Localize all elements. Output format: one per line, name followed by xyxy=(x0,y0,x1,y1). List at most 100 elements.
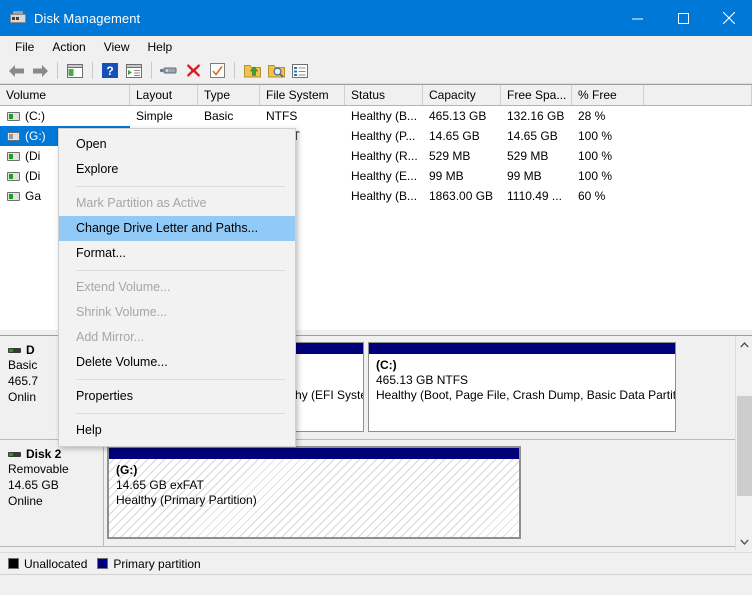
cell-status: Healthy (B... xyxy=(351,109,418,123)
show-hide-action-pane-icon[interactable] xyxy=(123,60,145,82)
partition-text: (C:) 465.13 GB NTFS Healthy (Boot, Page Fi… xyxy=(369,354,675,403)
ctx-format[interactable]: Format... xyxy=(59,241,295,266)
column-header-file-system[interactable]: File System xyxy=(260,85,345,105)
ctx-properties[interactable]: Properties xyxy=(59,384,295,409)
search-folder-icon[interactable] xyxy=(265,60,287,82)
cell-file_system: NTFS xyxy=(266,109,298,123)
volume-drive-icon xyxy=(7,131,20,141)
partition-type-bar xyxy=(369,343,675,354)
toolbar-separator xyxy=(151,62,152,79)
volume-list-header: Volume Layout Type File System Status Capacit… xyxy=(0,85,752,106)
disk-icon xyxy=(8,347,21,353)
disk-panel: Disk 2 Removable 14.65 GB Online (G:) 14.65 G… xyxy=(0,440,752,547)
toolbar-separator xyxy=(57,62,58,79)
partition-label: (G:) xyxy=(116,463,138,477)
minimize-button[interactable] xyxy=(614,0,660,36)
legend-swatch xyxy=(8,558,19,569)
disk-partition-strip: (G:) 14.65 GB exFAT Healthy (Primary Parti… xyxy=(104,440,752,546)
ctx-explore[interactable]: Explore xyxy=(59,157,295,182)
ctx-delete-volume[interactable]: Delete Volume... xyxy=(59,350,295,375)
ctx-help[interactable]: Help xyxy=(59,418,295,443)
ctx-mark-partition-active: Mark Partition as Active xyxy=(76,196,207,210)
partition-block[interactable]: (G:) 14.65 GB exFAT Healthy (Primary Parti… xyxy=(107,446,521,539)
graphical-view-scrollbar[interactable] xyxy=(735,336,752,550)
scroll-down-icon[interactable] xyxy=(736,533,752,550)
delete-icon[interactable] xyxy=(182,60,204,82)
partition-health: Healthy (Boot, Page File, Crash Dump, Ba… xyxy=(376,388,675,402)
menu-action[interactable]: Action xyxy=(43,37,94,57)
cell-free_space: 132.16 GB xyxy=(507,109,565,123)
ctx-extend-volume: Extend Volume... xyxy=(76,280,171,294)
window-title: Disk Management xyxy=(34,10,141,26)
cell-volume-label: (G:) xyxy=(25,129,46,143)
disk-icon xyxy=(8,451,21,457)
cell-volume-label: (C:) xyxy=(25,109,45,123)
partition-block[interactable]: (C:) 465.13 GB NTFS Healthy (Boot, Page Fi… xyxy=(368,342,676,432)
disk-info[interactable]: Disk 2 Removable 14.65 GB Online xyxy=(0,440,104,546)
scroll-up-icon[interactable] xyxy=(736,336,752,353)
menu-view[interactable]: View xyxy=(95,37,139,57)
cell-status: Healthy (R... xyxy=(351,149,418,163)
legend-bar: Unallocated Primary partition xyxy=(0,552,752,574)
export-list-icon[interactable] xyxy=(241,60,263,82)
volume-drive-icon xyxy=(7,111,20,121)
column-header-status[interactable]: Status xyxy=(345,85,423,105)
legend-unallocated: Unallocated xyxy=(8,557,87,571)
partition-type-bar xyxy=(109,448,519,459)
ctx-add-mirror: Add Mirror... xyxy=(76,330,145,344)
cell-free_space: 14.65 GB xyxy=(507,129,558,143)
rescan-disks-icon[interactable] xyxy=(158,60,180,82)
column-header-free-spa[interactable]: Free Spa... xyxy=(501,85,572,105)
cell-capacity: 1863.00 GB xyxy=(429,189,494,203)
cell-percent_free: 28 % xyxy=(578,109,606,123)
toolbar-separator xyxy=(234,62,235,79)
column-header-blank[interactable] xyxy=(644,85,752,105)
cell-free_space: 99 MB xyxy=(507,169,542,183)
ctx-separator-1 xyxy=(76,186,285,187)
menu-help[interactable]: Help xyxy=(139,37,182,57)
column-header-capacity[interactable]: Capacity xyxy=(423,85,501,105)
cell-free_space: 1110.49 ... xyxy=(507,189,562,203)
cell-percent_free: 100 % xyxy=(578,129,613,143)
ctx-separator-2 xyxy=(76,270,285,271)
ctx-change-drive-letter[interactable]: Change Drive Letter and Paths... xyxy=(59,216,295,241)
back-icon[interactable] xyxy=(5,60,27,82)
properties-check-icon[interactable] xyxy=(206,60,228,82)
column-header-volume[interactable]: Volume xyxy=(0,85,130,105)
cell-layout: Simple xyxy=(136,109,173,123)
status-bar xyxy=(0,574,752,595)
legend-primary-partition: Primary partition xyxy=(97,556,201,571)
cell-volume-label: (Di xyxy=(25,149,41,163)
disk-status: Online xyxy=(8,494,43,508)
disk-management-window: Disk Management File Action View Help ? … xyxy=(0,0,752,595)
disk-name: Disk 2 xyxy=(26,447,62,461)
ctx-open[interactable]: Open xyxy=(59,132,295,157)
partition-text: (G:) 14.65 GB exFAT Healthy (Primary Parti… xyxy=(109,459,519,508)
title-bar: Disk Management xyxy=(0,0,752,36)
close-button[interactable] xyxy=(706,0,752,36)
cell-percent_free: 100 % xyxy=(578,149,613,163)
disk-name: D xyxy=(26,343,35,357)
cell-status: Healthy (P... xyxy=(351,129,416,143)
maximize-button[interactable] xyxy=(660,0,706,36)
column-header-free[interactable]: % Free xyxy=(572,85,644,105)
volume-row[interactable]: (C:) Simple Basic NTFS Healthy (B... 465.13 G… xyxy=(0,106,752,126)
scrollbar-thumb[interactable] xyxy=(737,396,752,496)
partition-health: Healthy (Primary Partition) xyxy=(116,493,257,507)
menu-bar: File Action View Help xyxy=(0,36,752,58)
column-header-layout[interactable]: Layout xyxy=(130,85,198,105)
cell-volume: (C:) xyxy=(0,106,130,126)
legend-label: Primary partition xyxy=(113,556,201,571)
forward-icon[interactable] xyxy=(29,60,51,82)
list-view-icon[interactable] xyxy=(289,60,311,82)
cell-percent_free: 60 % xyxy=(578,189,606,203)
column-header-type[interactable]: Type xyxy=(198,85,260,105)
legend-label: Unallocated xyxy=(24,556,88,571)
volume-drive-icon xyxy=(7,151,20,161)
partition-size-fs: 465.13 GB NTFS xyxy=(376,373,469,387)
show-hide-console-tree-icon[interactable] xyxy=(64,60,86,82)
cell-volume-label: Ga xyxy=(25,189,42,203)
cell-free_space: 529 MB xyxy=(507,149,549,163)
menu-file[interactable]: File xyxy=(6,37,43,57)
help-icon[interactable]: ? xyxy=(99,60,121,82)
